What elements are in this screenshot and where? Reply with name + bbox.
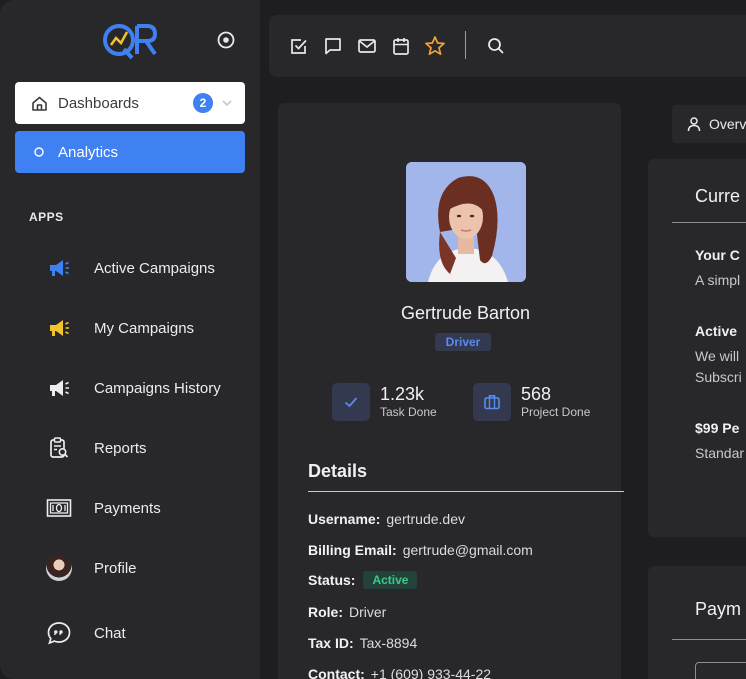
card-title: Paym (695, 599, 742, 619)
detail-value: Tax-8894 (359, 635, 418, 651)
detail-key: Status: (308, 572, 356, 588)
stat-label: Task Done (380, 405, 437, 419)
sidebar-item-campaigns-history[interactable]: Campaigns History (44, 373, 254, 403)
sidebar-item-label: Campaigns History (94, 379, 221, 397)
menu-label-dashboards: Dashboards (58, 94, 139, 112)
sidebar-item-label: Active Campaigns (94, 259, 215, 277)
card-divider (672, 222, 746, 223)
message-icon[interactable] (322, 35, 344, 57)
menu-label-analytics: Analytics (58, 143, 119, 161)
detail-value: Driver (349, 604, 387, 620)
sidebar-item-label: Chat (94, 624, 126, 642)
cash-icon (44, 493, 74, 523)
detail-billing-email: Billing Email: gertrude@gmail.com (308, 542, 533, 558)
chevron-down-icon (221, 96, 233, 108)
stat-value: 568 (521, 384, 552, 404)
home-icon (30, 94, 48, 112)
detail-contact: Contact: +1 (609) 933-44-22 (308, 666, 491, 679)
star-icon[interactable] (424, 35, 446, 57)
stat-projects: 568 Project Done (473, 382, 590, 422)
detail-key: Tax ID: (308, 635, 354, 651)
menu-item-analytics[interactable]: Analytics (15, 131, 245, 173)
user-icon (686, 116, 702, 132)
app-logo[interactable] (100, 18, 160, 62)
payment-methods-card: Paym (648, 566, 746, 679)
sidebar-item-label: Profile (94, 559, 137, 577)
calendar-icon[interactable] (390, 35, 412, 57)
card-divider (672, 639, 746, 640)
sidebar-item-payments[interactable]: Payments (44, 493, 254, 523)
stat-tasks: 1.23k Task Done (332, 382, 437, 422)
apps-section-label: APPS (29, 210, 64, 224)
sidebar-item-reports[interactable]: Reports (44, 433, 254, 463)
sidebar-toggle-icon[interactable] (216, 30, 236, 50)
megaphone-icon (44, 313, 74, 343)
detail-value: gertrude@gmail.com (402, 542, 533, 558)
sidebar-item-profile[interactable]: Profile (44, 553, 254, 583)
tab-overview-label: Overv (709, 116, 746, 132)
tab-overview[interactable]: Overv (672, 105, 746, 143)
current-plan-card: Curre Your C A simpl Active We will Subs… (648, 159, 746, 537)
avatar-wrapper (44, 553, 74, 583)
plan-item-desc: A simpl (695, 272, 741, 288)
briefcase-icon (473, 383, 511, 421)
megaphone-icon (44, 253, 74, 283)
sidebar-item-label: Reports (94, 439, 147, 457)
mail-icon[interactable] (356, 35, 378, 57)
megaphone-icon (44, 373, 74, 403)
sidebar-item-active-campaigns[interactable]: Active Campaigns (44, 253, 254, 283)
stat-value: 1.23k (380, 384, 425, 404)
circle-icon (30, 143, 48, 161)
detail-value: +1 (609) 933-44-22 (370, 666, 492, 679)
detail-key: Username: (308, 511, 381, 527)
profile-card: Gertrude Barton Driver 1.23k Task Done 5… (278, 103, 624, 679)
sidebar: Dashboards 2 Analytics APPS Active Campa… (0, 0, 260, 679)
sidebar-item-label: Payments (94, 499, 161, 517)
details-heading: Details (308, 461, 368, 481)
chat-quote-icon (44, 618, 74, 648)
sidebar-item-label: My Campaigns (94, 319, 195, 337)
details-divider (308, 491, 624, 492)
detail-role: Role: Driver (308, 604, 386, 620)
sidebar-item-my-campaigns[interactable]: My Campaigns (44, 313, 254, 343)
profile-name: Gertrude Barton (400, 303, 531, 323)
sidebar-item-chat[interactable]: Chat (44, 618, 254, 648)
plan-item-desc: We will (695, 348, 740, 364)
detail-username: Username: gertrude.dev (308, 511, 465, 527)
clipboard-search-icon (44, 433, 74, 463)
stat-label: Project Done (521, 405, 591, 419)
status-badge: Active (363, 571, 418, 589)
profile-photo (406, 162, 526, 282)
search-icon[interactable] (485, 35, 507, 57)
detail-value: gertrude.dev (386, 511, 465, 527)
role-badge: Driver (435, 333, 491, 351)
plan-item-desc: Subscri (695, 369, 742, 385)
plan-item-desc: Standar (695, 445, 745, 461)
dashboards-count-badge: 2 (193, 93, 213, 113)
plan-item-title: Your C (695, 247, 740, 263)
plan-item-title: Active (695, 323, 738, 339)
detail-key: Billing Email: (308, 542, 397, 558)
check-icon (332, 383, 370, 421)
plan-item-title: $99 Pe (695, 420, 740, 436)
detail-key: Role: (308, 604, 343, 620)
top-toolbar (269, 15, 746, 77)
card-title: Curre (695, 186, 741, 206)
detail-key: Contact: (308, 666, 365, 679)
payment-option-box[interactable] (695, 662, 746, 679)
detail-status: Status: Active (308, 571, 418, 589)
detail-tax-id: Tax ID: Tax-8894 (308, 635, 417, 651)
menu-item-dashboards[interactable]: Dashboards 2 (15, 82, 245, 124)
avatar (46, 555, 72, 581)
checkbox-icon[interactable] (288, 35, 310, 57)
toolbar-divider (465, 31, 466, 59)
